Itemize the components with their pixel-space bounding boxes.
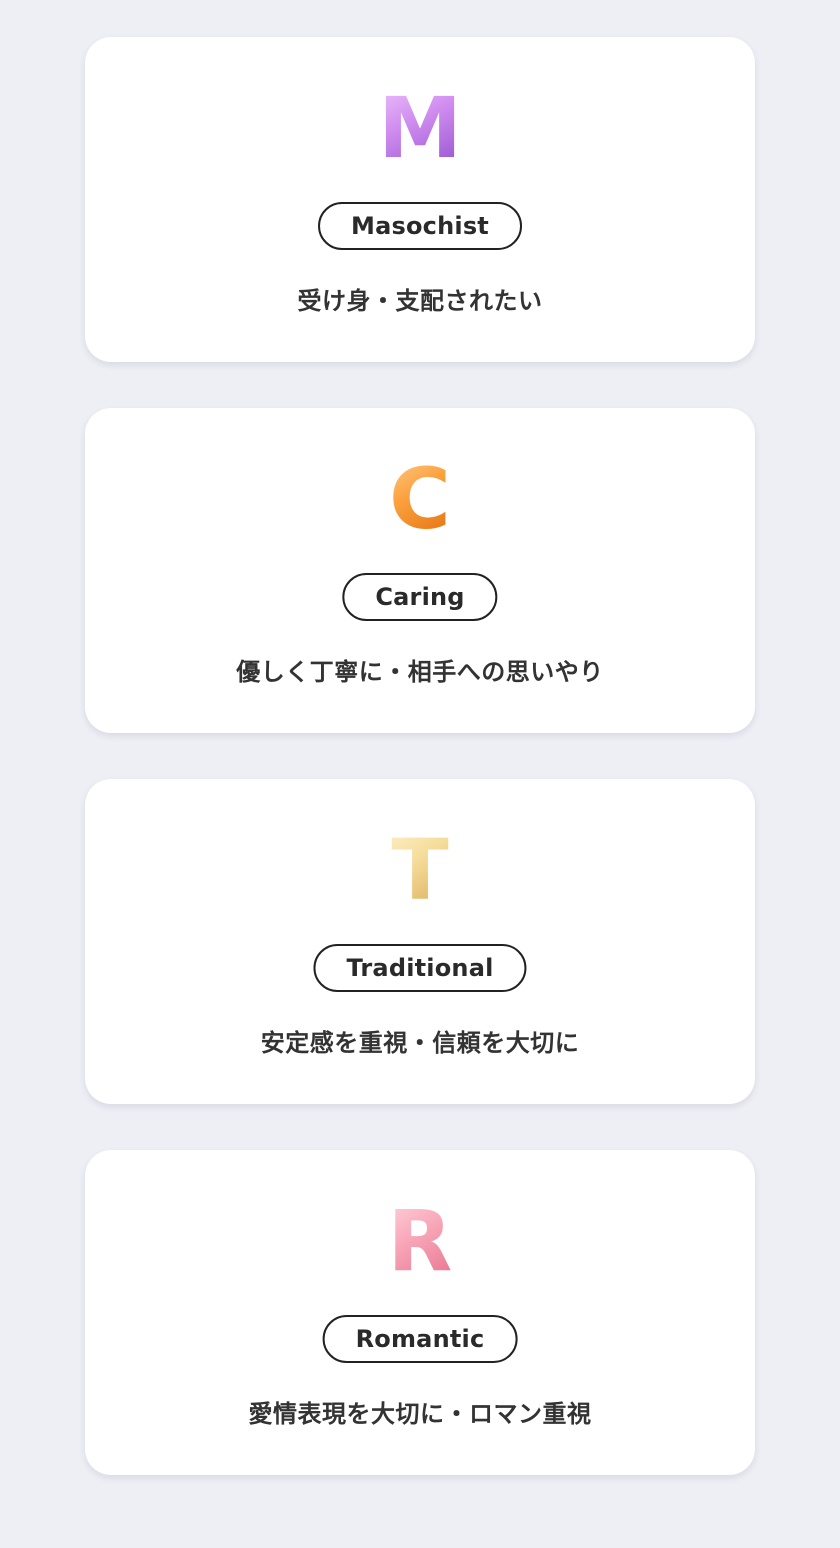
card-letter: M bbox=[378, 79, 462, 177]
type-card-traditional: T Traditional 安定感を重視・信頼を大切に bbox=[85, 779, 755, 1104]
type-card-caring: C Caring 優しく丁寧に・相手への思いやり bbox=[85, 408, 755, 733]
type-name-badge: Caring bbox=[342, 573, 498, 621]
type-card-masochist: M Masochist 受け身・支配されたい bbox=[85, 37, 755, 362]
t-letter-icon: T bbox=[85, 821, 755, 919]
type-card-list: M Masochist 受け身・支配されたい C Caring 優しく丁寧に・相… bbox=[85, 37, 755, 1521]
card-letter: R bbox=[388, 1192, 453, 1290]
type-name-badge: Masochist bbox=[318, 202, 522, 250]
m-letter-icon: M bbox=[85, 79, 755, 177]
type-description: 愛情表現を大切に・ロマン重視 bbox=[248, 1400, 592, 1428]
type-description: 優しく丁寧に・相手への思いやり bbox=[236, 658, 604, 686]
c-letter-icon: C bbox=[85, 450, 755, 548]
type-card-romantic: R Romantic 愛情表現を大切に・ロマン重視 bbox=[85, 1150, 755, 1475]
card-letter: C bbox=[389, 450, 451, 548]
type-description: 安定感を重視・信頼を大切に bbox=[260, 1029, 580, 1057]
card-letter: T bbox=[391, 821, 448, 919]
r-letter-icon: R bbox=[85, 1192, 755, 1290]
type-description: 受け身・支配されたい bbox=[297, 287, 543, 315]
type-name-badge: Traditional bbox=[313, 944, 527, 992]
type-name-badge: Romantic bbox=[322, 1315, 518, 1363]
